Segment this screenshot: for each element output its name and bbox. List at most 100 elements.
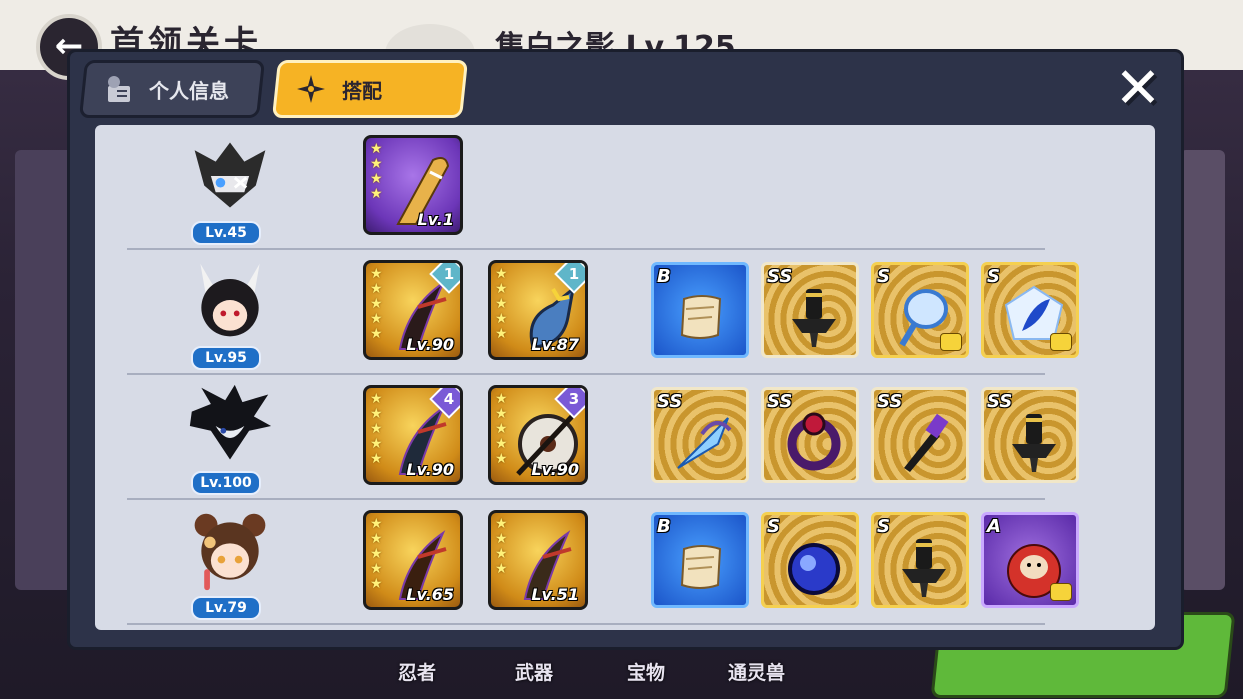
star-icon: ★ xyxy=(370,546,383,562)
equipment-grade: SS xyxy=(877,391,903,412)
character-portrait[interactable]: Lv.100 xyxy=(177,383,282,495)
star-rating: ★ ★ ★ ★ xyxy=(370,142,383,201)
nav-treasure[interactable]: 宝物 xyxy=(627,658,665,685)
profile-card-icon xyxy=(101,72,135,106)
equipment-grade: S xyxy=(877,516,890,537)
character-portrait[interactable]: Lv.45 xyxy=(177,133,282,245)
star-icon: ★ xyxy=(370,561,383,577)
nav-ninja[interactable]: 忍者 xyxy=(398,658,436,685)
weapon-slot[interactable]: ★ ★ ★ ★ ★ Lv.90 3 xyxy=(488,385,588,485)
star-icon: ★ xyxy=(370,296,383,312)
weapon-rank-number: 1 xyxy=(568,265,580,283)
star-icon: ★ xyxy=(370,436,383,452)
equipment-grade: S xyxy=(987,266,1000,287)
star-rating: ★ ★ ★ ★ xyxy=(495,517,508,576)
weapon-slot[interactable]: ★ ★ ★ ★ ★ Lv.90 4 xyxy=(363,385,463,485)
set-bonus-icon xyxy=(1050,583,1072,601)
loadout-row: Lv.95 ★ ★ ★ ★ ★ Lv.90 1 ★ ★ ★ ★ ★ Lv.87 1 B SS S S xyxy=(95,250,1155,375)
dark-ring-icon xyxy=(782,410,846,474)
weapon-slot[interactable]: ★ ★ ★ ★ ★ Lv.87 1 xyxy=(488,260,588,360)
star-icon: ★ xyxy=(370,281,383,297)
star-icon: ★ xyxy=(370,311,383,327)
star-icon: ★ xyxy=(370,516,383,532)
background-right-panel xyxy=(1180,150,1225,590)
equipment-slot[interactable]: B xyxy=(651,262,749,358)
star-icon: ★ xyxy=(370,186,383,202)
star-icon: ★ xyxy=(495,561,508,577)
equipment-slot[interactable]: SS xyxy=(871,387,969,483)
equipment-slot[interactable]: SS xyxy=(651,387,749,483)
equipment-grade: B xyxy=(657,516,671,537)
tab-profile[interactable]: 个人信息 xyxy=(78,60,266,118)
weapon-level: Lv.87 xyxy=(531,335,579,354)
star-icon: ★ xyxy=(370,171,383,187)
scroll-handle-icon xyxy=(892,535,956,599)
equipment-slot[interactable]: S xyxy=(871,512,969,608)
star-icon: ★ xyxy=(495,406,508,422)
star-rating: ★ ★ ★ ★ ★ xyxy=(495,392,508,466)
row-divider xyxy=(127,623,1045,625)
star-icon: ★ xyxy=(495,326,508,342)
weapon-level: Lv.90 xyxy=(406,460,454,479)
star-rating: ★ ★ ★ ★ ★ xyxy=(370,517,383,591)
star-icon: ★ xyxy=(370,391,383,407)
close-icon[interactable]: ✕ xyxy=(1108,59,1168,119)
nav-summon-beast[interactable]: 通灵兽 xyxy=(728,658,785,685)
weapon-level: Lv.51 xyxy=(531,585,579,604)
weapon-slot[interactable]: ★ ★ ★ ★ ★ Lv.65 xyxy=(363,510,463,610)
weapon-slot[interactable]: ★ ★ ★ ★ Lv.1 xyxy=(363,135,463,235)
equipment-slot[interactable]: SS xyxy=(761,387,859,483)
scroll-handle-icon xyxy=(1002,410,1066,474)
tab-loadout[interactable]: 搭配 xyxy=(271,60,469,118)
weapon-level: Lv.90 xyxy=(406,335,454,354)
star-icon: ★ xyxy=(370,326,383,342)
nav-weapon[interactable]: 武器 xyxy=(515,658,553,685)
character-level-badge: Lv.45 xyxy=(191,221,261,245)
background-left-panel xyxy=(15,150,75,590)
loadout-modal: 个人信息 搭配 ✕ Lv.45 ★ ★ ★ ★ Lv.1 Lv.95 ★ ★ ★ ★ ★ Lv.90 1 ★… xyxy=(70,52,1181,647)
loadout-row: Lv.100 ★ ★ ★ ★ ★ Lv.90 4 ★ ★ ★ ★ ★ Lv.90 3 SS SS SS SS xyxy=(95,375,1155,500)
equipment-grade: SS xyxy=(987,391,1013,412)
star-icon: ★ xyxy=(495,516,508,532)
star-icon: ★ xyxy=(495,311,508,327)
dark-orb-icon xyxy=(782,535,846,599)
character-avatar xyxy=(187,383,273,469)
star-icon: ★ xyxy=(495,531,508,547)
weapon-rank-number: 1 xyxy=(443,265,455,283)
character-portrait[interactable]: Lv.79 xyxy=(177,508,282,620)
set-bonus-icon xyxy=(1050,333,1072,351)
weapon-level: Lv.65 xyxy=(406,585,454,604)
set-bonus-icon xyxy=(940,333,962,351)
scroll-handle-icon xyxy=(782,285,846,349)
star-icon: ★ xyxy=(495,546,508,562)
equipment-slot[interactable]: A xyxy=(981,512,1079,608)
character-portrait[interactable]: Lv.95 xyxy=(177,258,282,370)
equipment-slot[interactable]: S xyxy=(871,262,969,358)
star-rating: ★ ★ ★ ★ ★ xyxy=(370,392,383,466)
tab-profile-label: 个人信息 xyxy=(149,78,229,103)
star-icon: ★ xyxy=(370,421,383,437)
purple-dagger-icon xyxy=(892,410,956,474)
crystal-bundle-icon xyxy=(672,410,736,474)
star-icon: ★ xyxy=(495,451,508,467)
character-level-badge: Lv.100 xyxy=(191,471,261,495)
weapon-level: Lv.1 xyxy=(417,210,454,229)
loadout-row: Lv.45 ★ ★ ★ ★ Lv.1 xyxy=(95,125,1155,250)
equipment-slot[interactable]: SS xyxy=(761,262,859,358)
weapon-slot[interactable]: ★ ★ ★ ★ Lv.51 xyxy=(488,510,588,610)
equipment-slot[interactable]: SS xyxy=(981,387,1079,483)
equipment-slot[interactable]: S xyxy=(981,262,1079,358)
tab-loadout-label: 搭配 xyxy=(342,78,382,103)
star-rating: ★ ★ ★ ★ ★ xyxy=(370,267,383,341)
star-icon: ★ xyxy=(370,141,383,157)
star-icon: ★ xyxy=(370,451,383,467)
character-avatar xyxy=(187,508,273,594)
equipment-slot[interactable]: S xyxy=(761,512,859,608)
loadout-panel: Lv.45 ★ ★ ★ ★ Lv.1 Lv.95 ★ ★ ★ ★ ★ Lv.90 1 ★ ★ ★ ★ ★ Lv.87 1… xyxy=(95,125,1155,630)
weapon-rank-number: 3 xyxy=(568,390,580,408)
weapon-slot[interactable]: ★ ★ ★ ★ ★ Lv.90 1 xyxy=(363,260,463,360)
weapon-rank-number: 4 xyxy=(443,390,455,408)
equipment-slot[interactable]: B xyxy=(651,512,749,608)
star-rating: ★ ★ ★ ★ ★ xyxy=(495,267,508,341)
weapon-level: Lv.90 xyxy=(531,460,579,479)
